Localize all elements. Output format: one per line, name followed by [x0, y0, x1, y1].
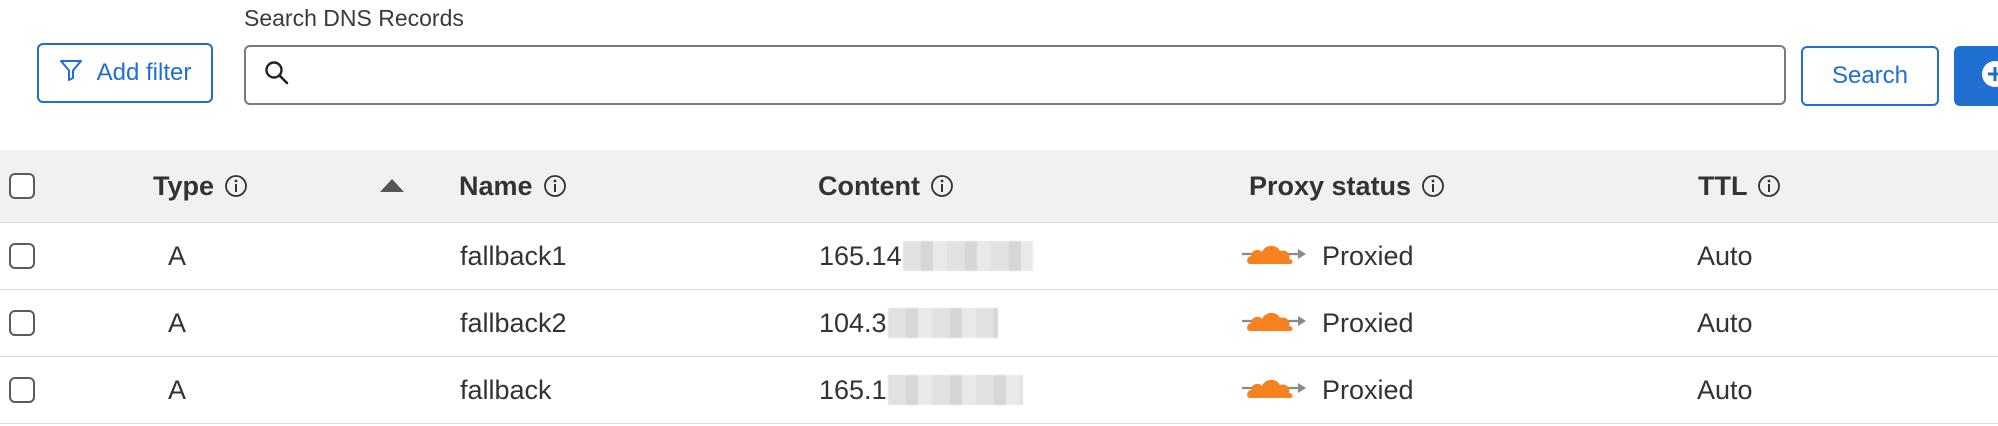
cloudflare-proxied-cloud-icon [1240, 372, 1308, 409]
search-label: Search DNS Records [244, 5, 464, 31]
info-icon[interactable] [930, 174, 954, 198]
record-name[interactable]: fallback1 [460, 223, 567, 289]
column-header-content[interactable]: Content [818, 150, 954, 222]
add-filter-label: Add filter [96, 59, 192, 86]
column-label-content: Content [818, 170, 920, 201]
record-content: 165.14 [819, 223, 1033, 289]
add-record-button[interactable] [1954, 46, 1998, 106]
record-ttl: Auto [1697, 240, 1753, 271]
row-checkbox[interactable] [9, 243, 35, 269]
proxy-status-label: Proxied [1322, 374, 1414, 405]
record-type: A [168, 307, 187, 338]
table-row[interactable]: A fallback 165.1 Proxied Auto [0, 357, 1998, 424]
info-icon[interactable] [1757, 174, 1781, 198]
proxy-status-label: Proxied [1322, 307, 1414, 338]
row-checkbox[interactable] [9, 377, 35, 403]
record-type: A [168, 374, 187, 405]
redacted-content [887, 375, 1023, 405]
proxy-status[interactable]: Proxied [1240, 357, 1414, 423]
column-header-proxy-status[interactable]: Proxy status [1249, 150, 1445, 222]
record-ttl: Auto [1697, 307, 1753, 338]
table-row[interactable]: A fallback2 104.3 Proxied Auto [0, 290, 1998, 357]
select-all-checkbox[interactable] [9, 173, 35, 199]
proxy-status[interactable]: Proxied [1240, 223, 1414, 289]
record-type: A [168, 240, 187, 271]
cloudflare-proxied-cloud-icon [1240, 238, 1308, 275]
search-icon [264, 60, 290, 91]
plus-circle-icon [1980, 59, 1998, 94]
column-label-name: Name [459, 170, 533, 201]
record-content-text: 165.14 [819, 240, 902, 271]
row-checkbox[interactable] [9, 310, 35, 336]
record-name[interactable]: fallback2 [460, 290, 567, 356]
column-label-ttl: TTL [1698, 170, 1748, 201]
info-icon[interactable] [224, 174, 248, 198]
info-icon[interactable] [1421, 174, 1445, 198]
cloudflare-proxied-cloud-icon [1240, 305, 1308, 342]
record-name[interactable]: fallback [460, 357, 552, 423]
record-content-text: 165.1 [819, 374, 887, 405]
proxy-status[interactable]: Proxied [1240, 290, 1414, 356]
column-header-name[interactable]: Name [459, 150, 567, 222]
record-ttl: Auto [1697, 374, 1753, 405]
info-icon[interactable] [543, 174, 567, 198]
redacted-content [887, 308, 998, 338]
proxy-status-label: Proxied [1322, 240, 1414, 271]
column-label-type: Type [153, 170, 215, 201]
column-header-type[interactable]: Type [153, 150, 248, 222]
table-row[interactable]: A fallback1 165.14 Proxied Auto [0, 223, 1998, 290]
filter-icon [59, 58, 83, 89]
redacted-content [902, 241, 1033, 271]
table-header: Type Name Content Proxy status TTL [0, 150, 1998, 223]
add-filter-button[interactable]: Add filter [37, 43, 213, 103]
record-content-text: 104.3 [819, 307, 887, 338]
search-field[interactable] [244, 45, 1786, 105]
column-header-ttl[interactable]: TTL [1698, 150, 1781, 222]
column-label-proxy-status: Proxy status [1249, 170, 1412, 201]
search-input[interactable] [302, 46, 1784, 104]
record-content: 104.3 [819, 290, 998, 356]
sort-ascending-icon[interactable] [380, 179, 404, 192]
search-button[interactable]: Search [1801, 46, 1939, 106]
record-content: 165.1 [819, 357, 1023, 423]
